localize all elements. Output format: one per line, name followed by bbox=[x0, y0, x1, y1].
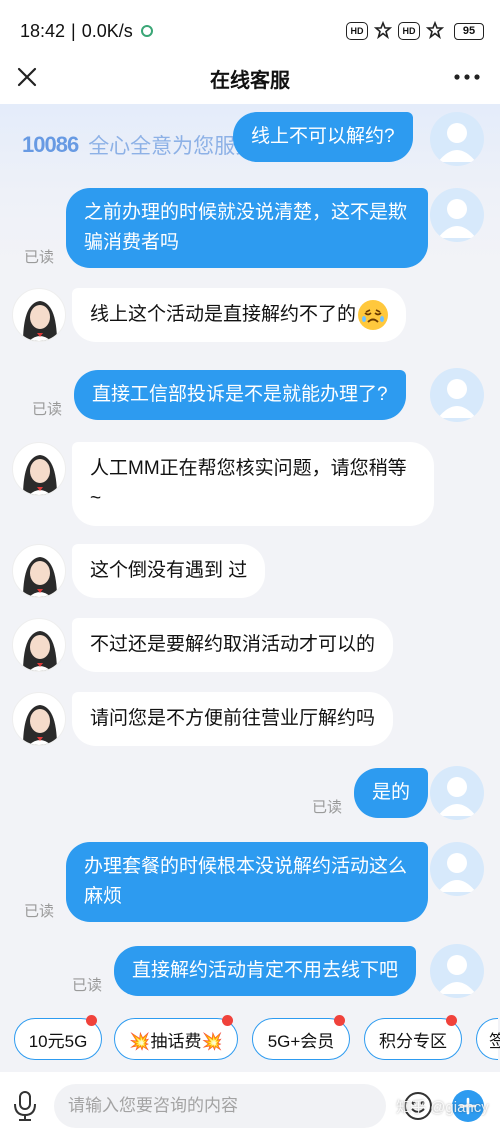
read-receipt: 已读 bbox=[24, 903, 55, 920]
hd-icon: HD bbox=[346, 22, 368, 40]
page-title: 在线客服 bbox=[210, 69, 290, 92]
user-message: 之前办理的时候就没说清楚，这不是欺骗消费者吗 bbox=[66, 188, 428, 268]
notification-dot bbox=[446, 1015, 457, 1026]
read-receipt: 已读 bbox=[72, 977, 103, 994]
quick-reply-chip[interactable]: 5G+会员 bbox=[252, 1015, 350, 1060]
quick-reply-label: 积分专区 bbox=[379, 1031, 447, 1051]
message-input[interactable] bbox=[54, 1084, 386, 1128]
crying-emoji-icon bbox=[358, 300, 389, 330]
quick-reply-label: 10元5G bbox=[28, 1031, 88, 1051]
brand-banner: 10086 全心全意为您服务 bbox=[22, 130, 256, 160]
agent-message-text: 线上这个活动是直接解约不了的 bbox=[90, 304, 357, 326]
agent-avatar bbox=[12, 442, 66, 496]
status-right: HD HD 95 bbox=[346, 20, 484, 42]
quick-reply-chip[interactable]: 10元5G bbox=[14, 1015, 102, 1060]
battery-icon: 95 bbox=[454, 22, 484, 40]
agent-message: 请问您是不方便前往营业厅解约吗 bbox=[72, 692, 394, 746]
quick-reply-label: 签 bbox=[489, 1031, 500, 1051]
quick-reply-bar[interactable]: 10元5G 💥抽话费💥 5G+会员 积分专区 签 bbox=[0, 1008, 500, 1072]
agent-message: 不过还是要解约取消活动才可以的 bbox=[72, 618, 394, 672]
close-icon[interactable] bbox=[14, 64, 40, 90]
agent-avatar bbox=[12, 288, 66, 342]
agent-avatar bbox=[12, 618, 66, 672]
agent-message: 人工MM正在帮您核实问题，请您稍等~ bbox=[72, 442, 434, 526]
read-receipt: 已读 bbox=[24, 249, 55, 266]
user-message: 直接解约活动肯定不用去线下吧 bbox=[114, 946, 417, 996]
user-message: 直接工信部投诉是不是就能办理了? bbox=[74, 370, 406, 420]
user-avatar bbox=[430, 368, 484, 422]
read-receipt: 已读 bbox=[312, 799, 343, 816]
status-time: 18:42 bbox=[20, 20, 66, 41]
agent-avatar bbox=[12, 544, 66, 598]
read-receipt: 已读 bbox=[32, 401, 63, 418]
nav-bar: 在线客服 bbox=[0, 52, 500, 104]
signal-icon bbox=[425, 20, 445, 42]
user-avatar bbox=[430, 112, 484, 166]
notification-dot bbox=[222, 1015, 233, 1026]
status-left: 18:42 | 0.0K/s bbox=[20, 21, 153, 42]
mic-icon[interactable] bbox=[12, 1090, 38, 1122]
user-avatar bbox=[430, 188, 484, 242]
app-status-icon bbox=[140, 25, 153, 37]
user-avatar bbox=[430, 766, 484, 820]
quick-reply-chip[interactable]: 积分专区 bbox=[364, 1015, 462, 1060]
agent-message: 这个倒没有遇到 过 bbox=[72, 544, 266, 598]
network-speed: 0.0K/s bbox=[81, 20, 133, 41]
brand-slogan: 全心全意为您服务 bbox=[88, 135, 257, 158]
user-message: 办理套餐的时候根本没说解约活动这么麻烦 bbox=[66, 842, 428, 922]
watermark: 知乎 @giancy bbox=[396, 1099, 489, 1116]
chat-area[interactable]: 10086 全心全意为您服务 线上不可以解约? 已读 之前办理的时候就没说清楚，… bbox=[0, 104, 500, 1004]
quick-reply-label: 💥抽话费💥 bbox=[129, 1031, 223, 1051]
user-message: 线上不可以解约? bbox=[233, 112, 413, 162]
agent-message: 线上这个活动是直接解约不了的 bbox=[72, 288, 407, 343]
brand-logo: 10086 bbox=[22, 132, 79, 157]
agent-avatar bbox=[12, 692, 66, 746]
more-icon[interactable] bbox=[452, 64, 482, 90]
signal-icon bbox=[373, 20, 393, 42]
hd-icon: HD bbox=[398, 22, 420, 40]
notification-dot bbox=[334, 1015, 345, 1026]
status-separator: | bbox=[71, 20, 76, 41]
quick-reply-label: 5G+会员 bbox=[267, 1031, 335, 1051]
user-message: 是的 bbox=[354, 768, 429, 818]
quick-reply-chip[interactable]: 签 bbox=[476, 1018, 500, 1060]
user-avatar bbox=[430, 842, 484, 896]
notification-dot bbox=[86, 1015, 97, 1026]
quick-reply-chip[interactable]: 💥抽话费💥 bbox=[114, 1015, 238, 1060]
user-avatar bbox=[430, 944, 484, 998]
